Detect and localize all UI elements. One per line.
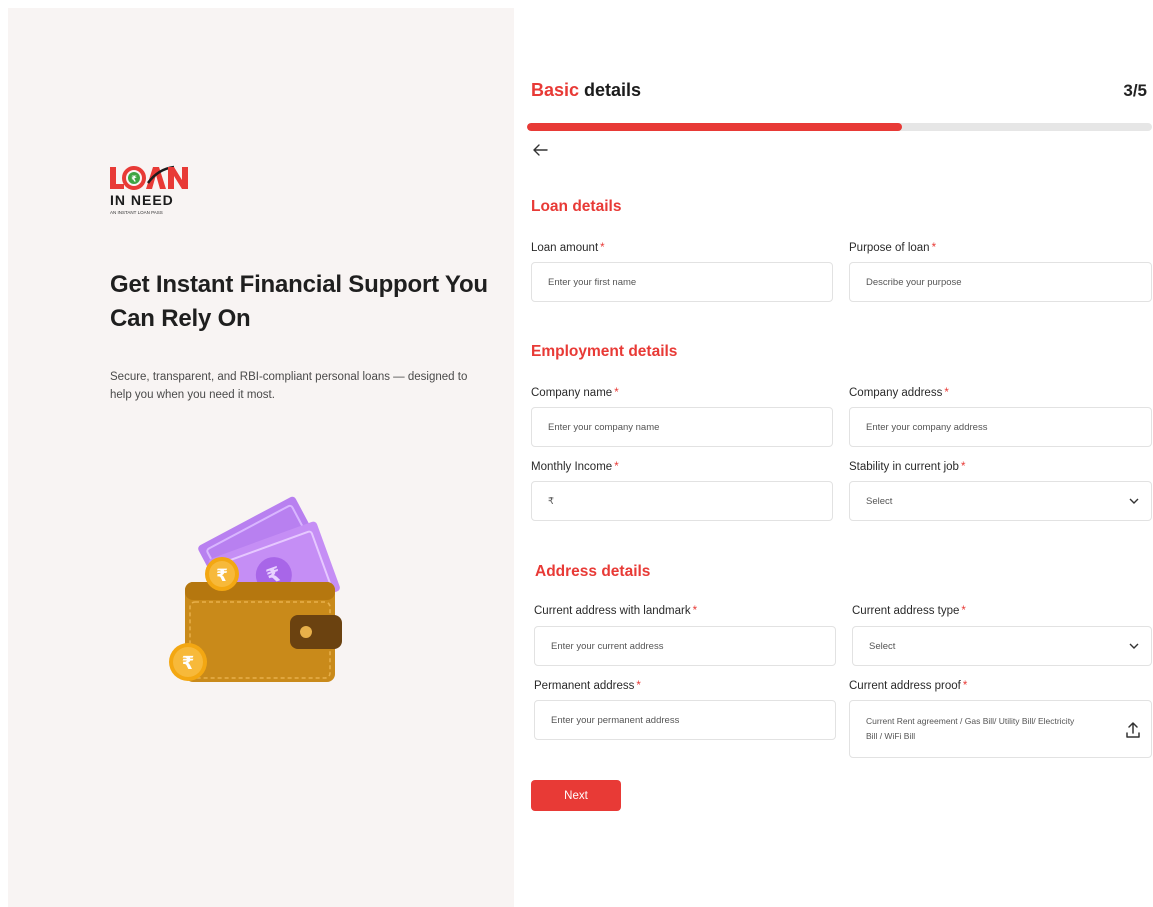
address-type-label: Current address type *: [852, 605, 966, 617]
monthly-income-input[interactable]: ₹: [531, 481, 833, 521]
step-title: Basic details: [531, 80, 641, 101]
page: ₹ IN NEED AN INSTANT LOAN PASS Get Insta…: [0, 0, 1153, 907]
svg-text:₹: ₹: [182, 653, 195, 674]
chevron-down-icon: [1129, 498, 1139, 504]
step-counter: 3/5: [1123, 81, 1147, 100]
loan-in-need-logo-icon: ₹ IN NEED AN INSTANT LOAN PASS: [110, 165, 188, 215]
company-name-label: Company name *: [531, 387, 619, 399]
company-address-label: Company address *: [849, 387, 949, 399]
address-type-select-value: Select: [869, 640, 896, 652]
hero-panel: [8, 8, 514, 907]
monthly-income-label: Monthly Income *: [531, 461, 619, 473]
back-button[interactable]: [532, 141, 548, 161]
address-details-heading: Address details: [535, 563, 651, 580]
company-name-input[interactable]: Enter your company name: [531, 407, 833, 447]
loan-amount-label: Loan amount *: [531, 242, 605, 254]
purpose-input[interactable]: Describe your purpose: [849, 262, 1152, 302]
chevron-down-icon: [1129, 643, 1139, 649]
stability-select[interactable]: Select: [849, 481, 1152, 521]
address-type-select[interactable]: Select: [852, 626, 1152, 666]
step-title-rest: details: [579, 80, 642, 100]
svg-text:IN NEED: IN NEED: [110, 192, 174, 208]
address-proof-label: Current address proof *: [849, 680, 968, 692]
hero-subtitle: Secure, transparent, and RBI-compliant p…: [110, 371, 468, 401]
upload-icon[interactable]: [1125, 721, 1141, 739]
wallet-illustration: ₹ ₹ ₹: [150, 490, 350, 690]
step-title-accent: Basic: [531, 80, 580, 100]
arrow-left-icon: [533, 144, 548, 156]
purpose-label: Purpose of loan *: [849, 242, 937, 254]
company-address-input[interactable]: Enter your company address: [849, 407, 1152, 447]
svg-text:₹: ₹: [216, 566, 228, 586]
wallet-money-icon: ₹ ₹ ₹: [169, 496, 342, 682]
progress-fill: [527, 123, 902, 131]
stability-select-value: Select: [866, 495, 893, 507]
current-address-label: Current address with landmark *: [534, 605, 698, 617]
address-proof-upload[interactable]: Current Rent agreement / Gas Bill/ Utili…: [849, 700, 1152, 758]
permanent-address-label: Permanent address *: [534, 680, 641, 692]
loan-amount-input[interactable]: Enter your first name: [531, 262, 833, 302]
permanent-address-input[interactable]: Enter your permanent address: [534, 700, 836, 740]
next-button[interactable]: Next: [531, 780, 621, 811]
svg-text:AN INSTANT LOAN PASS: AN INSTANT LOAN PASS: [110, 210, 163, 215]
form-panel: Basic details 3/5 Loan details Loan amou…: [527, 0, 1153, 907]
svg-text:₹: ₹: [131, 175, 137, 184]
loan-details-heading: Loan details: [531, 198, 622, 215]
address-proof-placeholder: Current Rent agreement / Gas Bill/ Utili…: [866, 716, 1075, 741]
brand-logo: ₹ IN NEED AN INSTANT LOAN PASS: [110, 165, 220, 225]
progress-bar: [527, 123, 1152, 131]
employment-details-heading: Employment details: [531, 343, 678, 360]
stability-label: Stability in current job *: [849, 461, 966, 473]
hero-title: Get Instant Financial Support You Can Re…: [110, 271, 488, 332]
current-address-input[interactable]: Enter your current address: [534, 626, 836, 666]
